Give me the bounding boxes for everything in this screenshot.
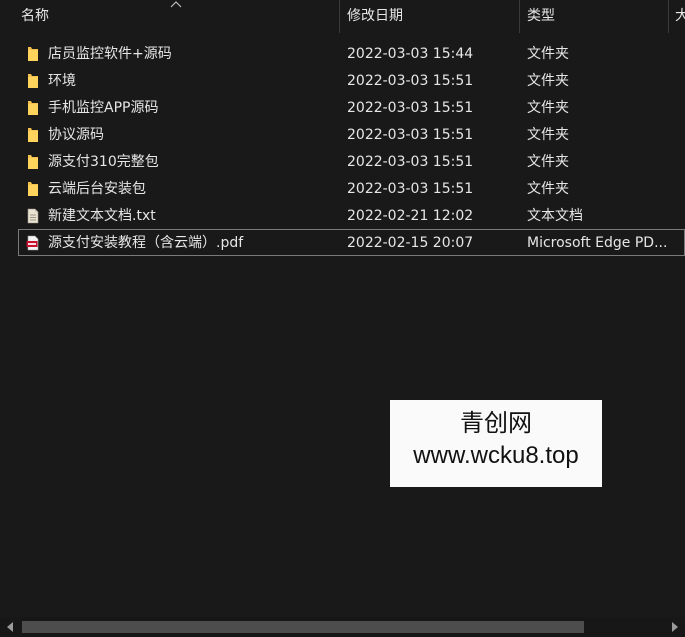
list-item[interactable]: 新建文本文档.txt 2022-02-21 12:02 文本文档 [18,202,685,229]
text-file-icon [27,208,39,224]
file-name: 新建文本文档.txt [48,208,156,224]
list-item[interactable]: 云端后台安装包 2022-03-03 15:51 文件夹 [18,175,685,202]
file-date: 2022-02-15 20:07 [347,235,474,251]
file-type: 文件夹 [527,181,569,197]
file-date: 2022-02-21 12:02 [347,208,474,224]
folder-icon [28,155,38,169]
file-date: 2022-03-03 15:51 [347,73,474,89]
file-type: 文件夹 [527,127,569,143]
file-name: 云端后台安装包 [48,181,146,197]
column-resize-handle[interactable] [519,0,520,33]
column-resize-handle[interactable] [668,0,669,33]
horizontal-scrollbar-thumb[interactable] [22,621,584,633]
file-name: 源支付安装教程（含云端）.pdf [48,235,244,251]
list-item[interactable]: 店员监控软件+源码 2022-03-03 15:44 文件夹 [18,40,685,67]
scroll-left-arrow-icon[interactable] [6,622,14,632]
list-item[interactable]: 环境 2022-03-03 15:51 文件夹 [18,67,685,94]
file-date: 2022-03-03 15:44 [347,46,474,62]
column-header-name[interactable]: 名称 [21,0,331,33]
list-item[interactable]: 源支付安装教程（含云端）.pdf 2022-02-15 20:07 Micros… [18,229,685,256]
file-date: 2022-03-03 15:51 [347,100,474,116]
list-item[interactable]: 手机监控APP源码 2022-03-03 15:51 文件夹 [18,94,685,121]
column-header-date[interactable]: 修改日期 [347,0,512,33]
folder-icon [28,101,38,115]
file-name: 源支付310完整包 [48,154,159,170]
folder-icon [28,182,38,196]
file-type: 文件夹 [527,46,569,62]
list-item[interactable]: 源支付310完整包 2022-03-03 15:51 文件夹 [18,148,685,175]
file-date: 2022-03-03 15:51 [347,127,474,143]
watermark-line-2: www.wcku8.top [413,442,579,469]
file-date: 2022-03-03 15:51 [347,181,474,197]
file-explorer: 名称 修改日期 类型 大 店员监控软件+源码 2022-03-03 15:44 … [0,0,685,637]
watermark-line-1: 青创网 [460,410,532,437]
column-header-type[interactable]: 类型 [527,0,662,33]
watermark-overlay: 青创网 www.wcku8.top [390,400,602,487]
column-header-bar: 名称 修改日期 类型 大 [0,0,685,33]
file-name: 协议源码 [48,127,104,143]
folder-icon [28,128,38,142]
column-header-size[interactable]: 大 [675,0,685,33]
scroll-right-arrow-icon[interactable] [671,622,679,632]
file-type: Microsoft Edge PD... [527,235,668,251]
folder-icon [28,47,38,61]
pdf-file-icon [26,235,39,251]
file-name: 手机监控APP源码 [48,100,159,116]
list-item[interactable]: 协议源码 2022-03-03 15:51 文件夹 [18,121,685,148]
file-type: 文本文档 [527,208,583,224]
file-type: 文件夹 [527,154,569,170]
file-list: 店员监控软件+源码 2022-03-03 15:44 文件夹 环境 2022-0… [18,40,685,256]
file-name: 店员监控软件+源码 [48,46,172,62]
horizontal-scrollbar[interactable] [0,617,685,637]
file-name: 环境 [48,73,76,89]
file-type: 文件夹 [527,73,569,89]
folder-icon [28,74,38,88]
column-resize-handle[interactable] [339,0,340,33]
file-type: 文件夹 [527,100,569,116]
file-date: 2022-03-03 15:51 [347,154,474,170]
